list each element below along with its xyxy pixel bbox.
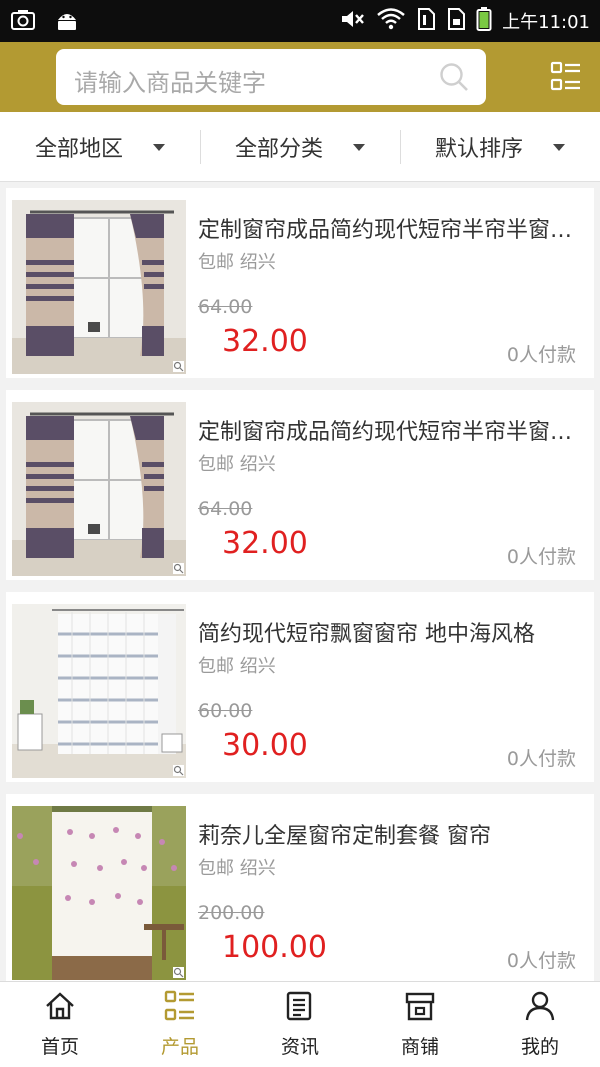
product-original-price: 200.00 — [198, 902, 265, 924]
sim1-icon — [416, 7, 436, 35]
product-price: 32.00 — [222, 324, 308, 359]
zoom-icon — [173, 967, 184, 978]
status-bar: 上午11:01 — [0, 0, 600, 42]
home-icon — [44, 990, 76, 1022]
product-card[interactable]: 简约现代短帘飘窗窗帘 地中海风格 包邮 绍兴 60.00 30.00 0人付款 — [6, 592, 594, 782]
filter-label: 全部分类 — [234, 137, 323, 162]
battery-icon — [476, 6, 492, 36]
product-card[interactable]: 莉奈儿全屋窗帘定制套餐 窗帘 包邮 绍兴 200.00 100.00 0人付款 — [6, 794, 594, 984]
user-icon — [524, 990, 556, 1022]
filter-region[interactable]: 全部地区 — [0, 112, 200, 182]
product-shipping-location: 包邮 绍兴 — [198, 656, 276, 677]
screenshot-icon — [10, 8, 36, 36]
caret-down-icon — [153, 143, 165, 151]
product-price: 100.00 — [222, 930, 327, 965]
product-sales-count: 0人付款 — [506, 546, 576, 568]
search-icon[interactable] — [438, 61, 470, 97]
zoom-icon — [173, 361, 184, 372]
bottom-nav: 首页 产品 资讯 商铺 我的 — [0, 981, 600, 1067]
product-shipping-location: 包邮 绍兴 — [198, 858, 276, 879]
nav-label: 首页 — [40, 1036, 79, 1058]
search-input[interactable]: 请输入商品关键字 — [56, 49, 486, 105]
nav-shop[interactable]: 商铺 — [360, 982, 480, 1067]
product-original-price: 64.00 — [198, 498, 253, 520]
nav-home[interactable]: 首页 — [0, 982, 120, 1067]
nav-news[interactable]: 资讯 — [240, 982, 360, 1067]
product-title[interactable]: 定制窗帘成品简约现代短帘半帘半窗卧室 — [198, 212, 582, 244]
nav-label: 资讯 — [280, 1036, 319, 1058]
product-title[interactable]: 定制窗帘成品简约现代短帘半帘半窗卧室 — [198, 414, 582, 446]
nav-products[interactable]: 产品 — [120, 982, 240, 1067]
filter-sort[interactable]: 默认排序 — [400, 112, 600, 182]
product-grid-icon — [164, 990, 196, 1022]
app-header: 请输入商品关键字 — [0, 42, 600, 112]
product-title[interactable]: 简约现代短帘飘窗窗帘 地中海风格 — [198, 616, 582, 648]
news-icon — [284, 990, 316, 1022]
nav-label: 我的 — [520, 1036, 559, 1058]
zoom-icon — [173, 563, 184, 574]
filter-bar: 全部地区 全部分类 默认排序 — [0, 112, 600, 182]
product-price: 32.00 — [222, 526, 308, 561]
product-image[interactable] — [12, 806, 186, 980]
filter-label: 默认排序 — [434, 137, 523, 162]
product-image[interactable] — [12, 200, 186, 374]
product-sales-count: 0人付款 — [506, 748, 576, 770]
product-title[interactable]: 莉奈儿全屋窗帘定制套餐 窗帘 — [198, 818, 582, 850]
caret-down-icon — [553, 143, 565, 151]
product-sales-count: 0人付款 — [506, 344, 576, 366]
product-original-price: 60.00 — [198, 700, 253, 722]
product-original-price: 64.00 — [198, 296, 253, 318]
product-card[interactable]: 定制窗帘成品简约现代短帘半帘半窗卧室 包邮 绍兴 64.00 32.00 0人付… — [6, 188, 594, 378]
mute-icon — [340, 8, 366, 34]
product-shipping-location: 包邮 绍兴 — [198, 454, 276, 475]
caret-down-icon — [353, 143, 365, 151]
nav-label: 产品 — [160, 1036, 199, 1058]
product-shipping-location: 包邮 绍兴 — [198, 252, 276, 273]
search-placeholder: 请输入商品关键字 — [74, 69, 266, 97]
product-image[interactable] — [12, 604, 186, 778]
product-sales-count: 0人付款 — [506, 950, 576, 972]
wifi-icon — [376, 8, 406, 34]
android-icon — [54, 8, 80, 36]
nav-profile[interactable]: 我的 — [480, 982, 600, 1067]
sim2-icon — [446, 7, 466, 35]
product-price: 30.00 — [222, 728, 308, 763]
filter-category[interactable]: 全部分类 — [200, 112, 400, 182]
product-image[interactable] — [12, 402, 186, 576]
zoom-icon — [173, 765, 184, 776]
status-time: 上午11:01 — [502, 12, 590, 33]
shop-icon — [404, 990, 436, 1022]
nav-label: 商铺 — [400, 1036, 439, 1058]
list-menu-icon[interactable] — [550, 61, 582, 97]
product-card[interactable]: 定制窗帘成品简约现代短帘半帘半窗卧室 包邮 绍兴 64.00 32.00 0人付… — [6, 390, 594, 580]
filter-label: 全部地区 — [34, 137, 123, 162]
